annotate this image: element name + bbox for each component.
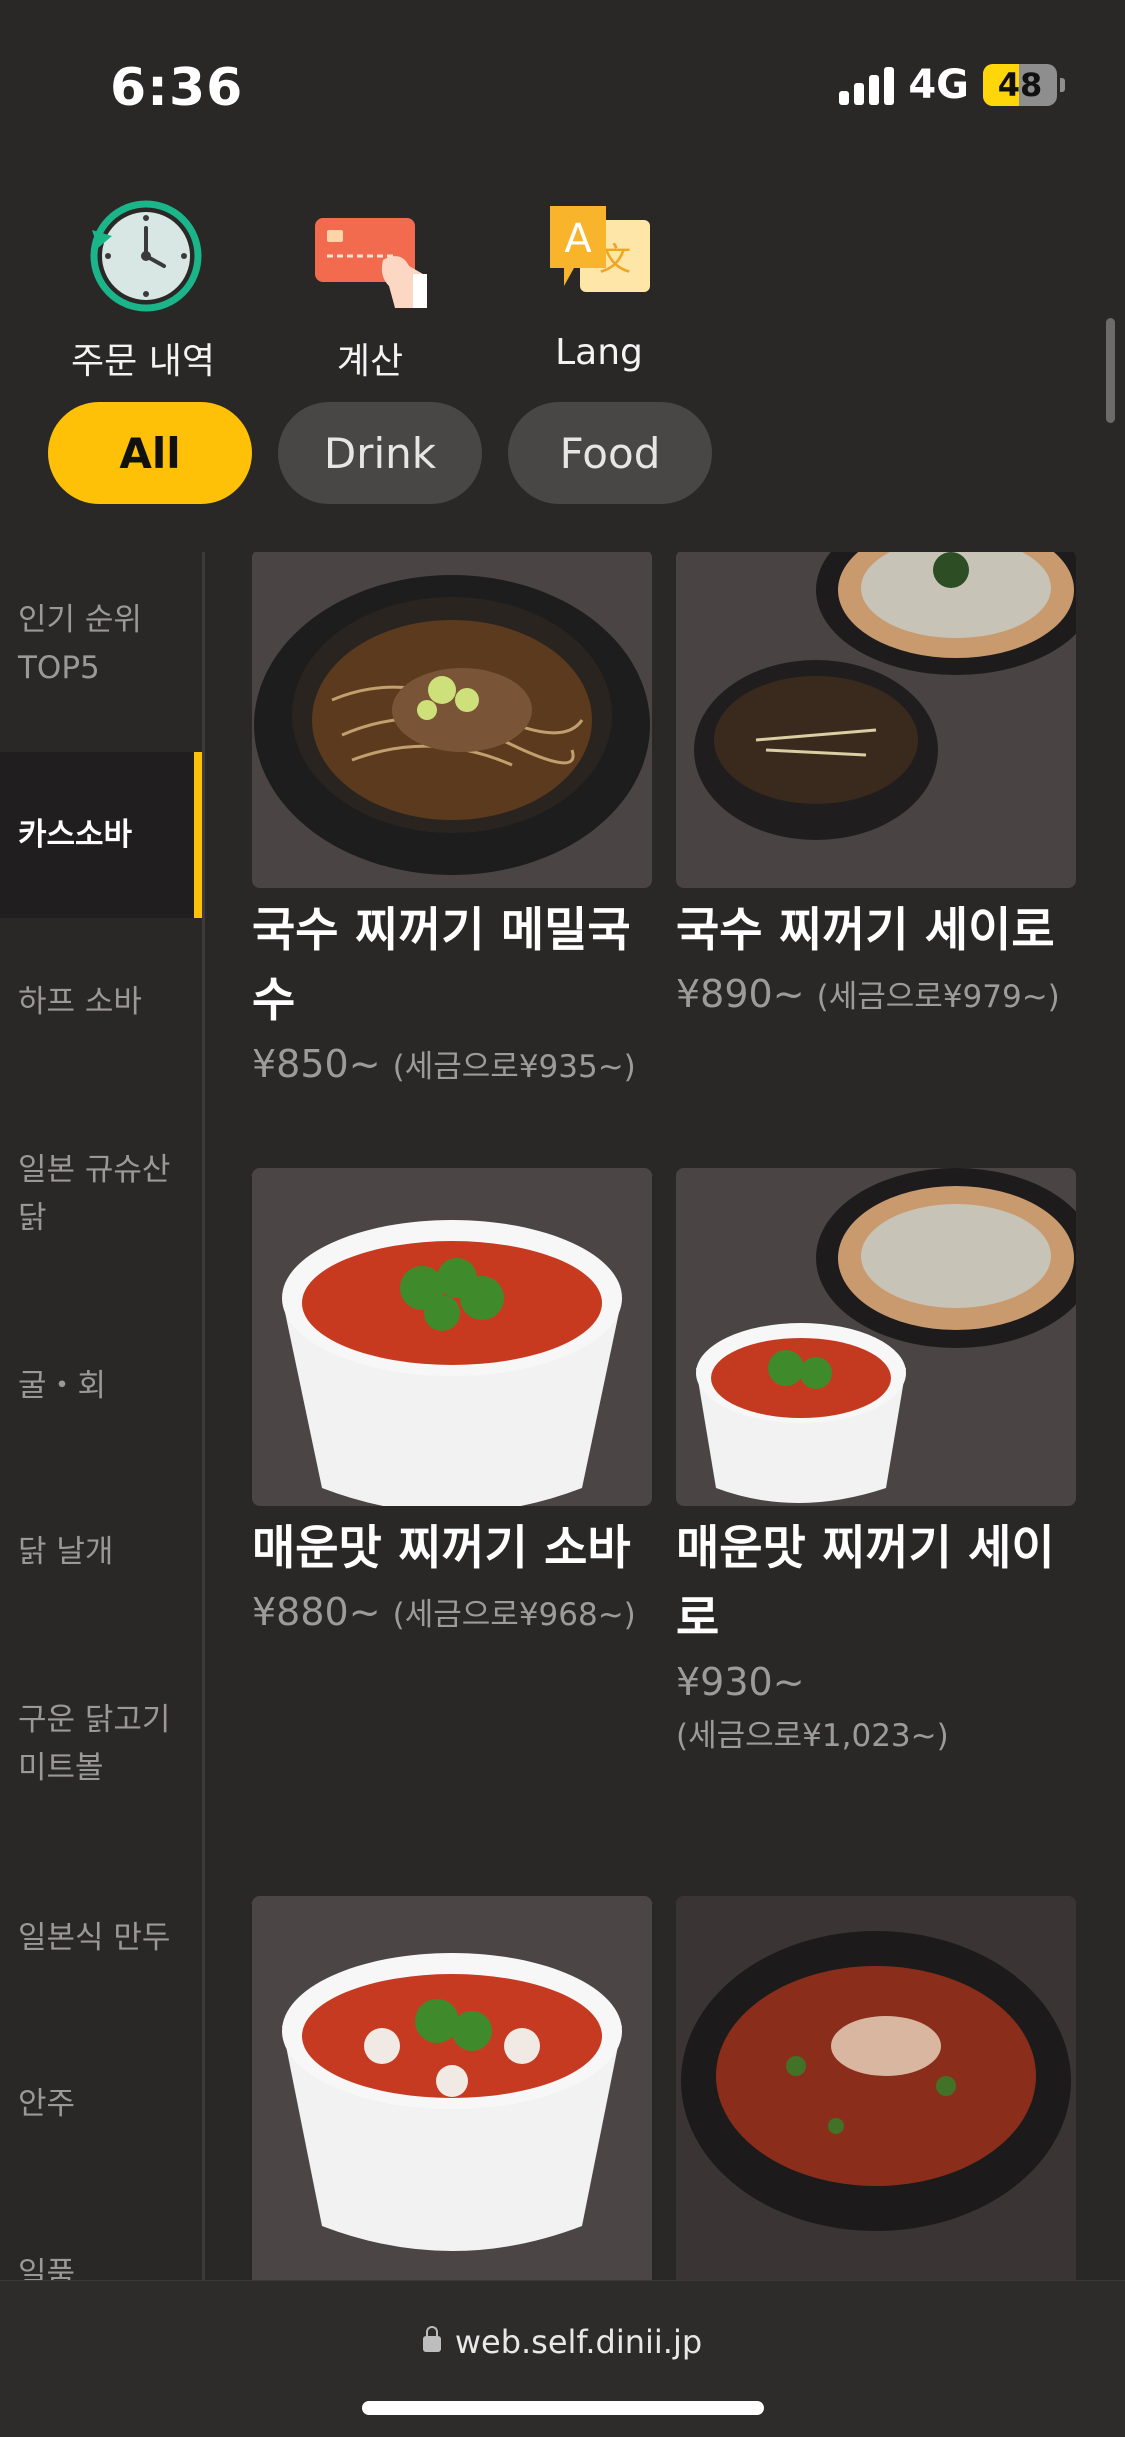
menu-item-name: 국수 찌꺼기 메밀국수: [252, 903, 631, 1028]
sidebar-item-snacks[interactable]: 안주: [0, 2080, 202, 2128]
sidebar-item-ippin[interactable]: 일품: [0, 2250, 202, 2280]
status-indicators: 4G 48: [839, 62, 1065, 108]
menu-item-price: ¥890~ (세금으로¥979~): [676, 972, 1060, 1016]
spicy-seiro-photo: [676, 1168, 1076, 1506]
checkout-label: 계산: [336, 341, 404, 382]
sidebar-item-gyoza[interactable]: 일본식 만두: [0, 1914, 202, 1962]
network-type: 4G: [908, 62, 969, 108]
sidebar-item-tsukune[interactable]: 구운 닭고기 미트볼: [0, 1696, 202, 1792]
menu-item[interactable]: 매운맛 찌꺼기 소바 ¥880~ (세금으로¥968~): [252, 1168, 652, 1643]
filter-food[interactable]: Food: [508, 402, 712, 504]
sidebar-item-kyushu-chicken[interactable]: 일본 규슈산 닭: [0, 1146, 202, 1242]
url-display[interactable]: web.self.dinii.jp: [0, 2323, 1125, 2361]
menu-item[interactable]: 국수 찌꺼기 세이로 ¥890~ (세금으로¥979~): [676, 552, 1076, 1025]
spicy-soba-pork-photo: [676, 1896, 1076, 2280]
scroll-indicator[interactable]: [1106, 318, 1115, 423]
menu-item[interactable]: [252, 1896, 652, 2280]
menu-grid: 국수 찌꺼기 메밀국수 ¥850~ (세금으로¥935~) 국수 찌꺼기 세이로…: [250, 552, 1080, 2280]
menu-item-price: ¥850~ (세금으로¥935~): [252, 1042, 636, 1086]
filter-drink[interactable]: Drink: [278, 402, 482, 504]
translate-icon: 文 A: [534, 190, 664, 320]
menu-item[interactable]: [676, 1896, 1076, 2280]
status-time: 6:36: [110, 58, 244, 118]
sidebar-item-half-soba[interactable]: 하프 소바: [0, 978, 202, 1026]
spicy-soba-chicken-photo: [252, 1896, 652, 2280]
status-bar: 6:36 4G 48: [0, 0, 1125, 180]
seiro-soba-photo: [676, 552, 1076, 888]
category-sidebar: 인기 순위 TOP5 카스소바 하프 소바 일본 규슈산 닭 굴・회 닭 날개 …: [0, 552, 205, 2280]
credit-card-icon: [305, 190, 435, 320]
language-button[interactable]: 文 A Lang: [499, 190, 699, 373]
sidebar-item-chicken-wings[interactable]: 닭 날개: [0, 1528, 202, 1576]
checkout-button[interactable]: 계산: [270, 190, 470, 384]
battery-icon: 48: [983, 64, 1065, 106]
svg-text:A: A: [564, 216, 592, 262]
menu-item-name: 국수 찌꺼기 세이로: [676, 903, 1055, 958]
menu-item-name: 매운맛 찌꺼기 소바: [252, 1521, 631, 1576]
lock-icon: [422, 2326, 441, 2352]
menu-item[interactable]: 국수 찌꺼기 메밀국수 ¥850~ (세금으로¥935~): [252, 552, 652, 1095]
sidebar-item-kasu-soba[interactable]: 카스소바: [0, 752, 202, 918]
menu-item-price: ¥930~: [676, 1660, 805, 1704]
sidebar-item-top5[interactable]: 인기 순위 TOP5: [0, 596, 202, 692]
clock-icon: [78, 190, 208, 320]
signal-icon: [839, 65, 895, 105]
category-filters: All Drink Food: [48, 402, 712, 504]
menu-item-price: ¥880~ (세금으로¥968~): [252, 1590, 636, 1634]
home-indicator[interactable]: [362, 2401, 764, 2415]
language-label: Lang: [555, 332, 643, 373]
battery-level: 48: [997, 66, 1043, 104]
sidebar-item-oyster-sashimi[interactable]: 굴・회: [0, 1362, 202, 1410]
menu-item[interactable]: 매운맛 찌꺼기 세이로 ¥930~ (세금으로¥1,023~): [676, 1168, 1076, 1755]
menu-item-tax: (세금으로¥1,023~): [676, 1718, 949, 1754]
order-history-button[interactable]: 주문 내역: [43, 190, 243, 384]
spicy-soba-photo: [252, 1168, 652, 1506]
order-history-label: 주문 내역: [71, 341, 215, 382]
top-actions: 주문 내역 계산 文 A Lang: [0, 180, 1125, 382]
filter-all[interactable]: All: [48, 402, 252, 504]
url-text: web.self.dinii.jp: [454, 2323, 703, 2361]
soba-bowl-photo: [252, 552, 652, 888]
menu-item-name: 매운맛 찌꺼기 세이로: [676, 1521, 1055, 1646]
browser-address-bar: web.self.dinii.jp: [0, 2280, 1125, 2437]
